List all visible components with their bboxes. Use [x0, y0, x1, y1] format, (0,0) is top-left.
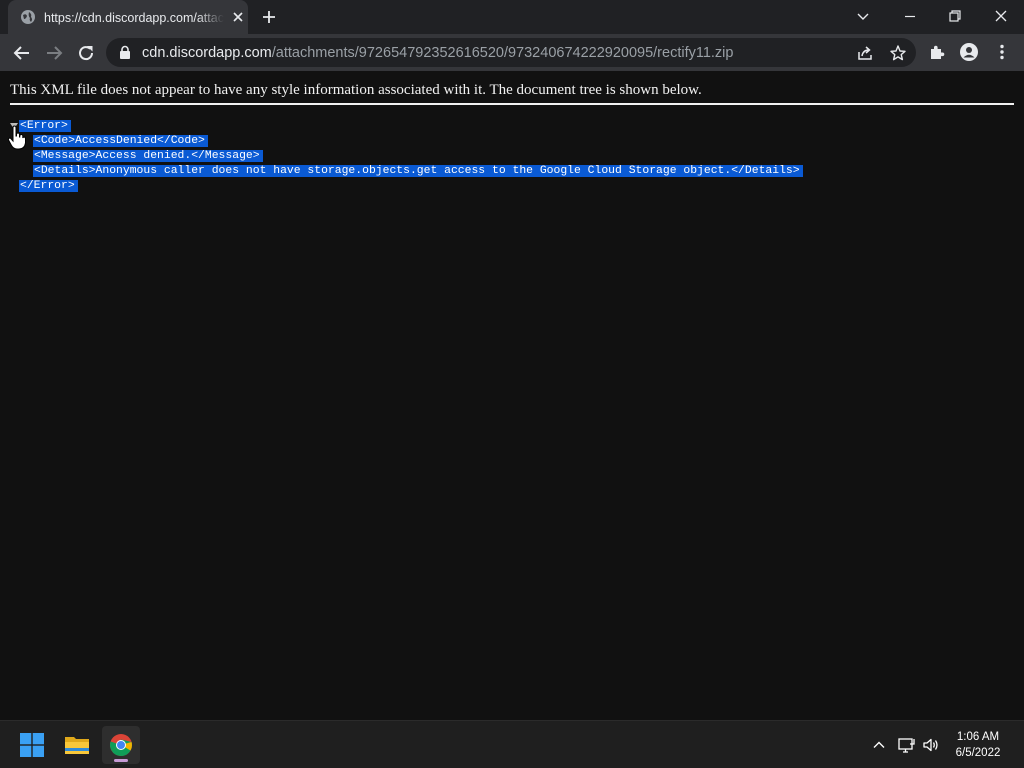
- windows-start-icon: [20, 733, 44, 757]
- tab-close-icon[interactable]: [230, 9, 246, 25]
- xml-line-error-close[interactable]: </Error>: [19, 179, 78, 194]
- back-arrow-icon[interactable]: [9, 40, 35, 66]
- title-bar: https://cdn.discordapp.com/attachments/9…: [0, 0, 1024, 34]
- taskbar-chrome[interactable]: [102, 726, 140, 764]
- chrome-icon: [110, 734, 132, 756]
- forward-arrow-icon[interactable]: [41, 40, 67, 66]
- more-menu-icon[interactable]: [992, 42, 1012, 62]
- url-host: cdn.discordapp.com: [142, 45, 272, 61]
- taskbar-clock[interactable]: 1:06 AM 6/5/2022: [940, 729, 1016, 761]
- lock-icon[interactable]: [118, 45, 132, 60]
- windows-taskbar: 1:06 AM 6/5/2022: [0, 720, 1024, 768]
- browser-toolbar: cdn.discordapp.com/attachments/972654792…: [0, 34, 1024, 71]
- url-text[interactable]: cdn.discordapp.com/attachments/972654792…: [142, 44, 733, 62]
- browser-tab[interactable]: https://cdn.discordapp.com/attachments/9…: [8, 0, 248, 34]
- tab-title: https://cdn.discordapp.com/attachments/9…: [44, 11, 224, 25]
- divider: [10, 103, 1014, 105]
- network-icon[interactable]: [896, 735, 916, 755]
- xml-info-message: This XML file does not appear to have an…: [10, 82, 702, 98]
- xml-line-message[interactable]: <Message>Access denied.</Message>: [33, 149, 263, 164]
- clock-time: 1:06 AM: [956, 731, 1000, 743]
- share-icon[interactable]: [856, 44, 874, 62]
- reload-icon[interactable]: [73, 40, 99, 66]
- tab-search-chevron-icon[interactable]: [849, 4, 877, 28]
- volume-icon[interactable]: [921, 735, 941, 755]
- page-content: This XML file does not appear to have an…: [0, 71, 1024, 720]
- globe-icon: [21, 10, 35, 24]
- extensions-puzzle-icon[interactable]: [927, 42, 947, 62]
- taskbar-file-explorer[interactable]: [58, 726, 96, 764]
- url-path: /attachments/972654792352616520/97324067…: [271, 45, 734, 61]
- profile-avatar-icon[interactable]: [959, 42, 979, 62]
- minimize-icon[interactable]: [896, 4, 924, 28]
- close-window-icon[interactable]: [987, 4, 1015, 28]
- new-tab-icon[interactable]: [259, 7, 279, 27]
- bookmark-star-icon[interactable]: [889, 44, 907, 62]
- restore-icon[interactable]: [941, 4, 969, 28]
- file-explorer-icon: [65, 737, 89, 754]
- address-bar[interactable]: cdn.discordapp.com/attachments/972654792…: [106, 38, 916, 67]
- active-app-indicator: [114, 759, 128, 762]
- xml-line-details[interactable]: <Details>Anonymous caller does not have …: [33, 164, 803, 179]
- hand-cursor-icon: [7, 125, 26, 150]
- show-hidden-icons-chevron-icon[interactable]: [869, 735, 889, 755]
- taskbar-start-button[interactable]: [13, 726, 51, 764]
- clock-date: 6/5/2022: [955, 747, 1001, 759]
- xml-line-code[interactable]: <Code>AccessDenied</Code>: [33, 134, 208, 149]
